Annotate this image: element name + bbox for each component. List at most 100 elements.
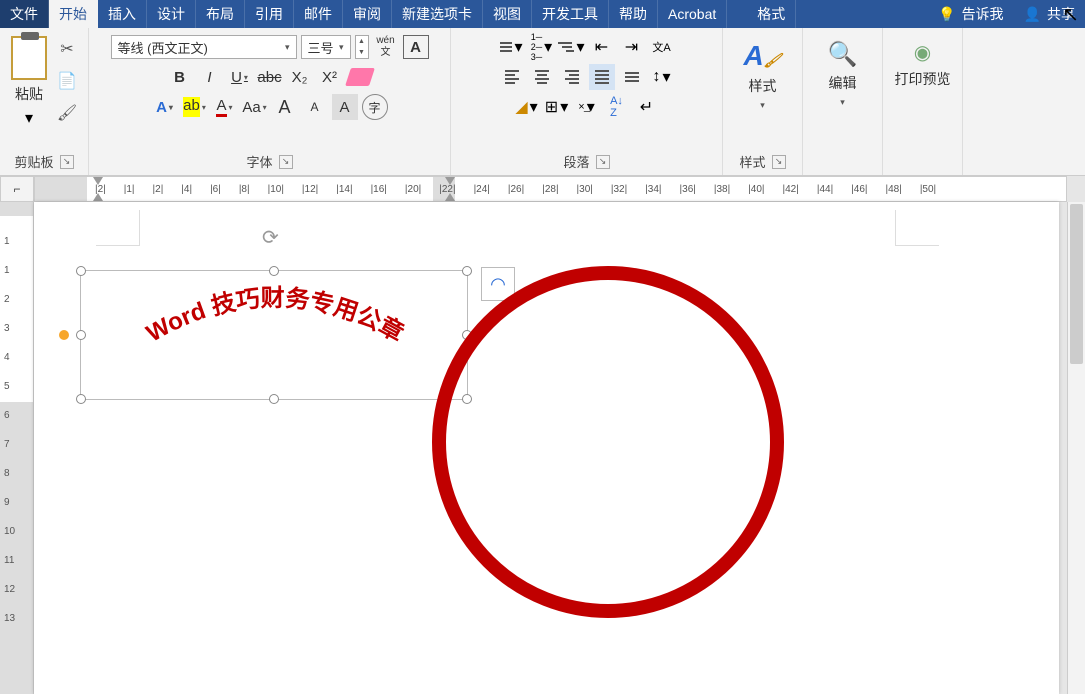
tab-view[interactable]: 视图 <box>483 0 532 28</box>
circle-shape[interactable] <box>432 266 784 618</box>
eraser-icon <box>345 68 375 86</box>
ruler-area: ⌐ |2||1||2||4||6||8||10||12||14||16||20|… <box>0 176 1085 202</box>
asian-layout-button[interactable]: ×͢▾ <box>574 94 600 120</box>
cut-button[interactable]: ✂ <box>56 38 78 60</box>
tab-design[interactable]: 设计 <box>147 0 196 28</box>
char-border-button[interactable]: A <box>403 35 429 59</box>
format-painter-button[interactable]: 🖌 <box>56 102 78 124</box>
print-preview-icon: ◉ <box>914 40 931 65</box>
rotate-handle[interactable]: ⟳ <box>262 225 286 249</box>
char-scaling-button[interactable]: A <box>332 94 358 120</box>
copy-button[interactable]: 📄 <box>56 70 78 92</box>
horizontal-ruler[interactable]: |2||1||2||4||6||8||10||12||14||16||20||2… <box>34 176 1067 202</box>
group-print: ◉ 打印预览 <box>883 28 963 175</box>
numbering-button[interactable]: 1─2─3─▾ <box>529 34 555 60</box>
multilevel-button[interactable]: ▾ <box>559 34 585 60</box>
subscript-button[interactable]: X₂ <box>287 64 313 90</box>
first-line-indent-marker[interactable] <box>93 177 103 185</box>
vertical-ruler[interactable]: 112345678910111213 <box>0 202 34 694</box>
decrease-indent-button[interactable]: ⇤ <box>589 34 615 60</box>
strikethrough-button[interactable]: abc <box>257 64 283 90</box>
adjust-handle[interactable] <box>59 330 69 340</box>
sort-button[interactable]: A↓Z <box>604 94 630 120</box>
align-justify-button[interactable] <box>589 64 615 90</box>
styles-icon: A🖌 <box>743 40 781 72</box>
right-indent-marker[interactable] <box>445 193 455 201</box>
bold-button[interactable]: B <box>167 64 193 90</box>
phonetic-guide-button[interactable]: wén文 <box>373 34 399 60</box>
italic-button[interactable]: I <box>197 64 223 90</box>
tab-bar: 文件 开始 插入 设计 布局 引用 邮件 审阅 新建选项卡 视图 开发工具 帮助… <box>0 0 1085 28</box>
clear-format-button[interactable] <box>347 64 373 90</box>
increase-indent-button[interactable]: ⇥ <box>619 34 645 60</box>
highlight-button[interactable]: ab▾ <box>182 94 208 120</box>
tab-layout[interactable]: 布局 <box>196 0 245 28</box>
paragraph-launcher[interactable]: ↘ <box>596 155 610 169</box>
scrollbar-thumb[interactable] <box>1070 204 1083 364</box>
share-icon: 👤 <box>1024 6 1041 23</box>
tab-home[interactable]: 开始 <box>49 0 98 28</box>
font-size-combo[interactable]: 三号▾ <box>301 35 351 59</box>
tab-review[interactable]: 审阅 <box>343 0 392 28</box>
borders-button[interactable]: ⊞▾ <box>544 94 570 120</box>
wordart-svg: Word 技巧财务专用公章 <box>81 271 469 401</box>
print-preview-button[interactable]: ◉ 打印预览 <box>895 32 951 89</box>
tab-acrobat[interactable]: Acrobat <box>658 0 727 28</box>
superscript-button[interactable]: X² <box>317 64 343 90</box>
tab-newtab[interactable]: 新建选项卡 <box>392 0 483 28</box>
font-name-combo[interactable]: 等线 (西文正文)▾ <box>111 35 297 59</box>
tab-insert[interactable]: 插入 <box>98 0 147 28</box>
svg-text:Word 技巧财务专用公章: Word 技巧财务专用公章 <box>142 284 408 348</box>
clipboard-icon <box>11 36 47 80</box>
clipboard-group-label: 剪贴板 <box>14 152 53 171</box>
tab-developer[interactable]: 开发工具 <box>532 0 609 28</box>
align-left-button[interactable] <box>499 64 525 90</box>
distribute-button[interactable] <box>619 64 645 90</box>
font-launcher[interactable]: ↘ <box>279 155 293 169</box>
paragraph-group-label: 段落 <box>563 152 589 171</box>
text-effects-button[interactable]: A▾ <box>152 94 178 120</box>
grow-font-button[interactable]: A <box>272 94 298 120</box>
bullets-button[interactable]: ▾ <box>499 34 525 60</box>
tell-me[interactable]: 💡告诉我 <box>928 0 1013 28</box>
shrink-font-button[interactable]: A <box>302 94 328 120</box>
margin-guide-right <box>895 210 939 246</box>
text-direction-button[interactable]: 文A <box>649 34 675 60</box>
enclose-char-button[interactable]: 字 <box>362 94 388 120</box>
align-right-button[interactable] <box>559 64 585 90</box>
layout-icon: ◠ <box>490 274 506 295</box>
h-ruler-ticks: |2||1||2||4||6||8||10||12||14||16||20||2… <box>95 177 1066 201</box>
show-marks-button[interactable]: ↵ <box>634 94 660 120</box>
paste-button[interactable]: 粘贴 ▾ <box>6 32 52 134</box>
styles-button[interactable]: A🖌 样式▾ <box>743 32 781 111</box>
group-edit: 🔍 编辑▾ <box>803 28 883 175</box>
hanging-indent-marker[interactable] <box>93 193 103 201</box>
wordart-textbox[interactable]: ⟳ Word 技巧财务专用公章 ◠ <box>80 270 468 400</box>
margin-guide-left <box>96 210 140 246</box>
underline-button[interactable]: U▾ <box>227 64 253 90</box>
font-color-button[interactable]: A▾ <box>212 94 238 120</box>
clipboard-launcher[interactable]: ↘ <box>60 155 74 169</box>
tab-format[interactable]: 格式 <box>747 0 796 28</box>
char-shading-button[interactable]: Aa▾ <box>242 94 268 120</box>
styles-launcher[interactable]: ↘ <box>772 155 786 169</box>
document-page[interactable]: ⟳ Word 技巧财务专用公章 ◠ <box>34 202 1059 694</box>
search-icon: 🔍 <box>828 40 858 69</box>
wordart-text[interactable]: Word 技巧财务专用公章 <box>142 284 408 348</box>
right-indent-top-marker[interactable] <box>445 177 455 185</box>
group-styles: A🖌 样式▾ 样式↘ <box>723 28 803 175</box>
font-size-stepper[interactable]: ▲▼ <box>355 35 369 59</box>
ribbon: 粘贴 ▾ ✂ 📄 🖌 剪贴板 ↘ 等线 (西文正文)▾ 三号▾ ▲▼ wén文 A… <box>0 28 1085 176</box>
align-center-button[interactable] <box>529 64 555 90</box>
tab-mailings[interactable]: 邮件 <box>294 0 343 28</box>
tab-help[interactable]: 帮助 <box>609 0 658 28</box>
lightbulb-icon: 💡 <box>938 6 955 23</box>
font-group-label: 字体 <box>246 152 272 171</box>
shading-button[interactable]: ◢▾ <box>514 94 540 120</box>
edit-button[interactable]: 🔍 编辑▾ <box>828 32 858 108</box>
tab-file[interactable]: 文件 <box>0 0 49 28</box>
tab-references[interactable]: 引用 <box>245 0 294 28</box>
line-spacing-button[interactable]: ↕▾ <box>649 64 675 90</box>
vertical-scrollbar[interactable] <box>1067 202 1085 694</box>
ruler-corner[interactable]: ⌐ <box>0 176 34 202</box>
